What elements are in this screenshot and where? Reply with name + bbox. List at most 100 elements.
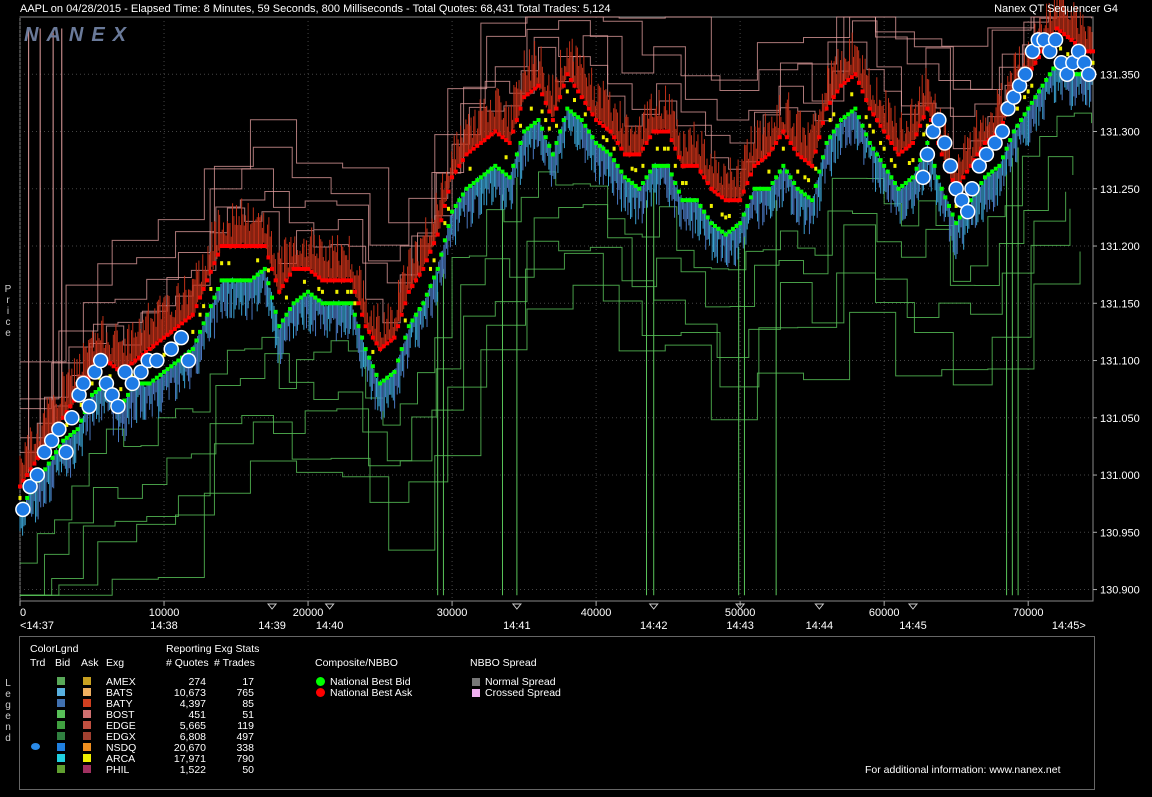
nbo-mark xyxy=(961,175,966,180)
x-tick-label: 30000 xyxy=(437,607,468,619)
nbo-mark xyxy=(680,163,685,168)
nbb-mark xyxy=(414,312,419,317)
nbb-mark xyxy=(435,266,440,271)
arca-mark xyxy=(302,279,306,284)
nbo-mark xyxy=(871,112,876,117)
time-tick-label: 14:40 xyxy=(316,620,344,632)
nbb-mark xyxy=(169,364,174,369)
nbb-mark xyxy=(763,186,768,191)
arca-mark xyxy=(907,161,911,165)
nbo-mark xyxy=(547,109,552,114)
nbo-mark xyxy=(129,361,134,366)
ask-color-swatch xyxy=(83,688,91,696)
nbo-mark xyxy=(190,312,195,317)
nbo-mark xyxy=(370,335,375,340)
nbo-mark xyxy=(705,181,710,186)
nbo-mark xyxy=(831,95,836,100)
nbb-mark xyxy=(421,301,426,306)
nbb-mark xyxy=(126,392,131,397)
arca-mark xyxy=(871,129,875,134)
nbo-mark xyxy=(896,152,901,157)
nbo-mark xyxy=(352,289,357,294)
nbb-mark xyxy=(997,163,1002,168)
nbo-mark xyxy=(176,324,181,329)
nbo-mark xyxy=(691,163,696,168)
nbb-mark xyxy=(151,378,156,383)
nbb-mark xyxy=(676,189,681,194)
nbo-mark xyxy=(612,135,617,140)
nbo-mark xyxy=(813,149,818,154)
nbb-mark xyxy=(820,155,825,160)
nbb-mark xyxy=(259,269,264,274)
nbb-mark xyxy=(1022,112,1027,117)
nbb-mark xyxy=(43,467,48,472)
nbo-mark xyxy=(208,269,213,274)
nbo-mark xyxy=(784,135,789,140)
nbb-mark xyxy=(597,143,602,148)
col-bid: Bid xyxy=(55,657,71,669)
nbo-mark xyxy=(846,77,851,82)
nbb-mark xyxy=(752,186,757,191)
nbo-mark xyxy=(205,278,210,283)
nbb-mark xyxy=(244,278,249,283)
exg-stats-title: Reporting Exg Stats xyxy=(166,643,260,655)
arca-mark xyxy=(209,286,213,291)
arca-mark xyxy=(403,318,407,323)
nbo-mark xyxy=(820,120,825,125)
arca-mark xyxy=(446,206,450,211)
nbo-mark xyxy=(435,232,440,237)
nbo-mark xyxy=(327,278,332,283)
nbb-mark xyxy=(489,166,494,171)
nbb-mark xyxy=(345,301,350,306)
arca-mark xyxy=(605,138,609,143)
nbb-mark xyxy=(572,112,577,117)
nbo-mark xyxy=(583,100,588,105)
minute-marker xyxy=(511,603,522,610)
nbo-mark xyxy=(266,255,271,260)
nbo-mark xyxy=(338,278,343,283)
nbb-mark xyxy=(1015,123,1020,128)
nbo-mark xyxy=(766,152,771,157)
nbb-mark xyxy=(205,312,210,317)
nbb-mark xyxy=(540,126,545,131)
exchange-name: PHIL xyxy=(106,764,130,776)
nbo-mark xyxy=(900,149,905,154)
ask-color-swatch xyxy=(83,677,91,685)
nbb-mark xyxy=(360,335,365,340)
arca-mark xyxy=(666,146,670,151)
bid-color-swatch xyxy=(57,710,65,718)
nbo-mark xyxy=(111,364,116,369)
nbb-mark xyxy=(1008,138,1013,143)
nbo-mark xyxy=(730,198,735,203)
nbb-mark xyxy=(230,278,235,283)
nbb-mark xyxy=(640,181,645,186)
nbo-mark xyxy=(525,92,530,97)
arca-mark xyxy=(720,212,724,217)
nbb-mark xyxy=(432,275,437,280)
time-tick-label: 14:38 xyxy=(150,620,178,632)
nbb-mark xyxy=(885,169,890,174)
nbo-mark xyxy=(882,129,887,134)
nbb-swatch xyxy=(316,677,325,686)
time-tick-label: 14:45> xyxy=(1052,620,1086,632)
trade-point xyxy=(173,329,190,346)
arca-mark xyxy=(555,123,558,128)
nbb-mark xyxy=(759,186,764,191)
nbb-mark xyxy=(25,495,30,500)
nbo-mark xyxy=(853,72,858,77)
nbo-mark xyxy=(536,83,541,88)
arca-mark xyxy=(284,295,288,300)
nbb-mark xyxy=(496,166,501,171)
nbo-mark xyxy=(835,89,840,94)
arca-mark xyxy=(371,349,375,354)
arca-mark xyxy=(443,221,447,226)
nbo-mark xyxy=(248,244,253,249)
nbb-mark xyxy=(756,186,761,191)
nbo-mark xyxy=(342,278,347,283)
arca-mark xyxy=(882,146,886,151)
nbo-mark xyxy=(313,272,318,277)
arca-mark xyxy=(864,115,868,120)
nbo-mark xyxy=(284,278,289,283)
trade-point xyxy=(1047,32,1064,48)
nbb-mark xyxy=(950,212,955,217)
